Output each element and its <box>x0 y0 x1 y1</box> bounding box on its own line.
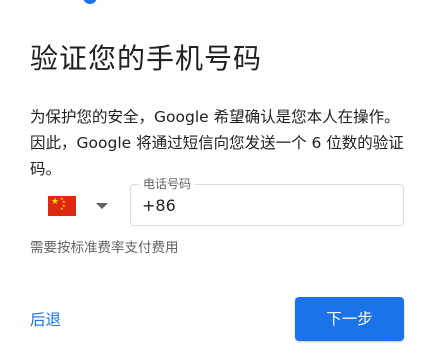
flag-star-icon: ★ <box>60 206 64 211</box>
chevron-down-icon[interactable] <box>96 203 108 209</box>
china-flag-icon: ★ ★ ★ ★ ★ <box>48 196 76 216</box>
fee-note: 需要按标准费率支付费用 <box>30 240 179 256</box>
phone-number-field[interactable]: 电话号码 <box>130 176 404 226</box>
page-description: 为保护您的安全，Google 希望确认是您本人在操作。因此，Google 将通过… <box>30 107 404 178</box>
flag-star-icon: ★ <box>51 197 60 207</box>
phone-number-label: 电话号码 <box>139 176 196 192</box>
top-accent-mark <box>83 0 97 4</box>
phone-number-input[interactable] <box>142 194 392 218</box>
next-button[interactable]: 下一步 <box>295 297 404 341</box>
back-button[interactable]: 后退 <box>30 308 61 332</box>
country-picker[interactable]: ★ ★ ★ ★ ★ <box>30 184 126 228</box>
page-title: 验证您的手机号码 <box>30 41 263 75</box>
phone-verification-page: 验证您的手机号码 为保护您的安全，Google 希望确认是您本人在操作。因此，G… <box>0 0 428 363</box>
